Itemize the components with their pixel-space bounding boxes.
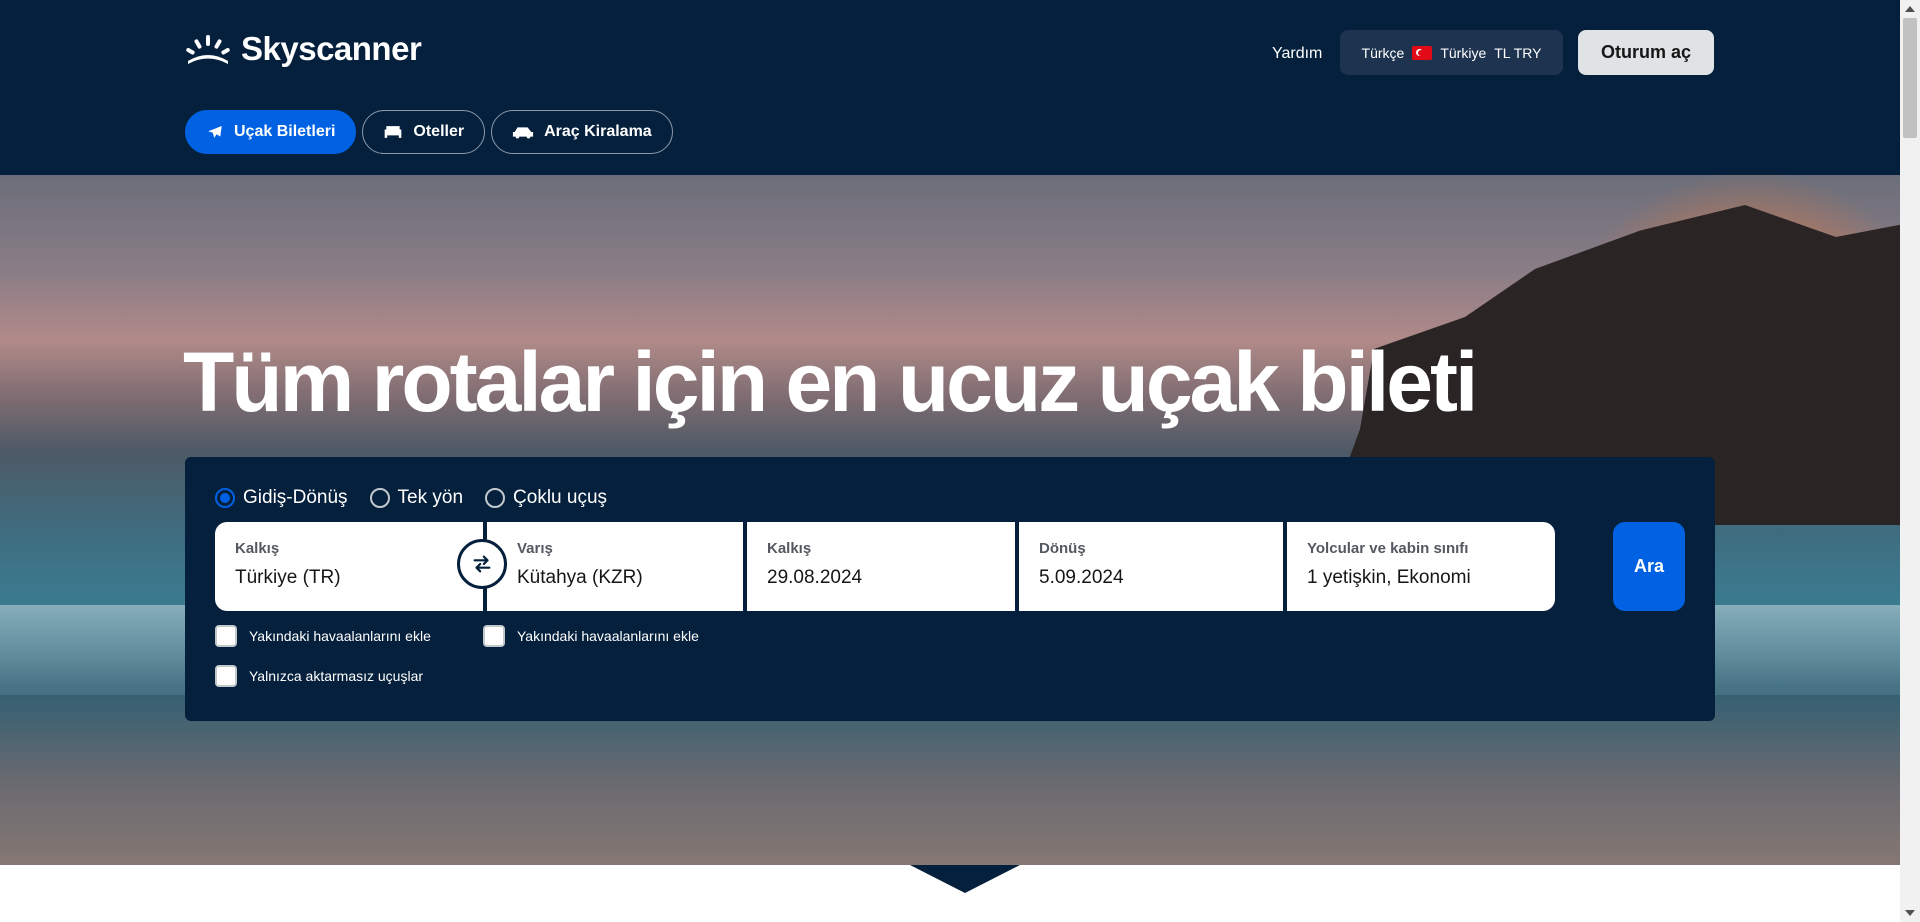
tab-label: Oteller bbox=[413, 123, 465, 140]
language-label: Türkçe bbox=[1361, 44, 1405, 61]
radio-one-way[interactable]: Tek yön bbox=[369, 487, 464, 509]
destination-value[interactable]: Kütahya (KZR) bbox=[517, 567, 723, 589]
return-label: Dönüş bbox=[1039, 540, 1086, 557]
search-fields: Kalkış Türkiye (TR) Varış Kütahya (KZR) … bbox=[215, 522, 1555, 611]
tab-car-hire[interactable]: Araç Kiralama bbox=[491, 110, 673, 154]
swap-locations-button[interactable] bbox=[457, 539, 507, 589]
checkbox-label: Yalnızca aktarmasız uçuşlar bbox=[249, 668, 424, 684]
tab-flights[interactable]: Uçak Biletleri bbox=[185, 110, 357, 154]
sunrise-logo-icon bbox=[186, 35, 230, 64]
destination-field[interactable]: Varış Kütahya (KZR) bbox=[487, 522, 743, 611]
radio-round-trip[interactable]: Gidiş-Dönüş bbox=[215, 487, 348, 509]
travellers-label: Yolcular ve kabin sınıfı bbox=[1307, 540, 1469, 557]
swap-arrows-icon bbox=[473, 555, 491, 573]
page-scrollbar[interactable] bbox=[1900, 0, 1920, 922]
depart-label: Kalkış bbox=[767, 540, 812, 557]
locale-selector[interactable]: Türkçe Türkiye TL TRY bbox=[1340, 30, 1563, 75]
nearby-origin-checkbox[interactable]: Yakındaki havaalanlarını ekle bbox=[215, 625, 431, 647]
product-tabs: Uçak Biletleri Oteller Araç Kiralama bbox=[185, 110, 673, 154]
scrollbar-thumb[interactable] bbox=[1903, 18, 1917, 138]
section-notch bbox=[910, 865, 1020, 893]
bed-icon bbox=[385, 126, 402, 138]
depart-value: 29.08.2024 bbox=[767, 567, 863, 588]
checkbox-label: Yakındaki havaalanlarını ekle bbox=[517, 628, 699, 644]
help-link[interactable]: Yardım bbox=[1272, 45, 1322, 63]
currency-label: TL TRY bbox=[1494, 44, 1542, 61]
checkbox-label: Yakındaki havaalanlarını ekle bbox=[249, 628, 431, 644]
depart-date-field[interactable]: Kalkış 29.08.2024 bbox=[747, 522, 1015, 611]
destination-label: Varış bbox=[517, 540, 553, 557]
return-value: 5.09.2024 bbox=[1039, 567, 1124, 588]
skyscanner-logo[interactable]: Skyscanner bbox=[185, 30, 422, 68]
turkey-flag-icon bbox=[1412, 45, 1433, 60]
origin-label: Kalkış bbox=[235, 540, 280, 557]
trip-type-selector: Gidiş-Dönüş Tek yön Çoklu uçuş bbox=[215, 487, 607, 509]
car-icon bbox=[512, 127, 534, 139]
radio-multi-city[interactable]: Çoklu uçuş bbox=[485, 487, 607, 509]
travellers-value: 1 yetişkin, Ekonomi bbox=[1307, 567, 1471, 588]
flight-search-panel: Gidiş-Dönüş Tek yön Çoklu uçuş Kalkış Tü… bbox=[185, 457, 1715, 721]
nearby-destination-checkbox[interactable]: Yakındaki havaalanlarını ekle bbox=[483, 625, 699, 647]
search-button[interactable]: Ara bbox=[1613, 522, 1685, 611]
radio-label: Gidiş-Dönüş bbox=[243, 487, 348, 508]
checkbox-box[interactable] bbox=[215, 625, 237, 647]
origin-field[interactable]: Kalkış Türkiye (TR) bbox=[215, 522, 483, 611]
checkbox-box[interactable] bbox=[483, 625, 505, 647]
top-header: Skyscanner Yardım Türkçe Türkiye TL TRY … bbox=[0, 0, 1900, 175]
direct-flights-checkbox[interactable]: Yalnızca aktarmasız uçuşlar bbox=[215, 665, 423, 687]
radio-indicator bbox=[369, 488, 390, 508]
brand-name: Skyscanner bbox=[241, 30, 422, 67]
signin-button[interactable]: Oturum aç bbox=[1578, 30, 1714, 75]
country-label: Türkiye bbox=[1440, 44, 1487, 61]
tab-label: Uçak Biletleri bbox=[234, 123, 336, 140]
tab-label: Araç Kiralama bbox=[544, 123, 652, 140]
travellers-field[interactable]: Yolcular ve kabin sınıfı 1 yetişkin, Eko… bbox=[1287, 522, 1555, 611]
hero-headline: Tüm rotalar için en ucuz uçak bileti bbox=[183, 335, 1478, 429]
origin-value[interactable]: Türkiye (TR) bbox=[235, 567, 463, 589]
radio-label: Çoklu uçuş bbox=[513, 487, 608, 508]
return-date-field[interactable]: Dönüş 5.09.2024 bbox=[1019, 522, 1283, 611]
checkbox-box[interactable] bbox=[215, 665, 237, 687]
scroll-down-arrow-icon[interactable] bbox=[1905, 910, 1915, 916]
radio-label: Tek yön bbox=[397, 487, 464, 508]
tab-hotels[interactable]: Oteller bbox=[362, 110, 486, 154]
plane-icon bbox=[208, 126, 222, 138]
radio-indicator bbox=[485, 488, 506, 508]
scroll-up-arrow-icon[interactable] bbox=[1905, 6, 1915, 12]
radio-indicator bbox=[215, 488, 235, 508]
